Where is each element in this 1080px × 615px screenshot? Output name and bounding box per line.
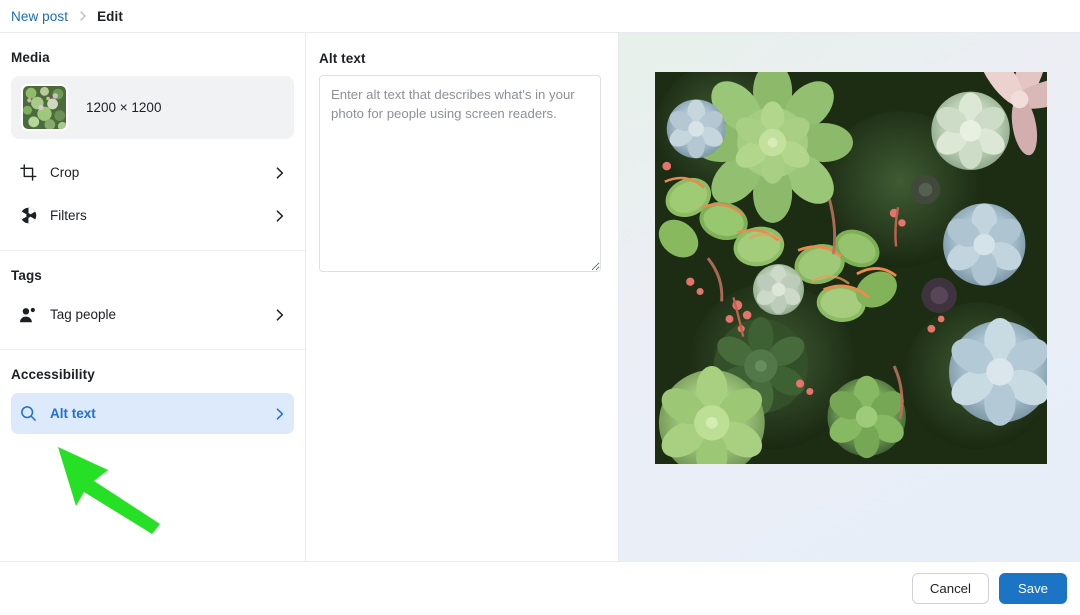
chevron-right-icon [274, 308, 285, 322]
search-icon [17, 405, 39, 422]
sidebar-section-media: Media 1200 × 1200 Crop Filters [0, 33, 305, 250]
alt-text-input[interactable] [319, 75, 601, 272]
breadcrumb-current-page: Edit [97, 8, 123, 24]
alt-text-panel: Alt text [306, 33, 619, 561]
breadcrumb-new-post-link[interactable]: New post [11, 9, 68, 24]
chevron-right-icon [274, 166, 285, 180]
image-preview-panel [619, 33, 1080, 561]
dialog-body: Media 1200 × 1200 Crop Filters Tags Tag … [0, 33, 1080, 561]
section-title-accessibility: Accessibility [11, 367, 95, 382]
sidebar-item-crop-label: Crop [50, 165, 80, 180]
chevron-right-icon [274, 407, 285, 421]
section-title-media: Media [11, 50, 50, 65]
tag-people-icon [17, 306, 39, 324]
sidebar-item-alt-text-label: Alt text [50, 406, 96, 421]
sidebar-section-accessibility: Accessibility Alt text [0, 349, 305, 448]
sidebar-item-alt-text[interactable]: Alt text [11, 393, 294, 434]
alt-text-panel-title: Alt text [319, 51, 366, 66]
sidebar-item-filters[interactable]: Filters [11, 195, 294, 236]
edit-post-dialog: New post Edit Media 1200 × 1200 Crop Fil… [0, 0, 1080, 615]
sidebar-item-crop[interactable]: Crop [11, 152, 294, 193]
succulent-thumbnail [21, 84, 68, 131]
chevron-right-icon [274, 209, 285, 223]
crop-icon [17, 164, 39, 181]
filters-aperture-icon [17, 207, 39, 224]
media-item-card[interactable]: 1200 × 1200 [11, 76, 294, 139]
sidebar-section-tags: Tags Tag people [0, 250, 305, 349]
sidebar-item-tag-people[interactable]: Tag people [11, 294, 294, 335]
chevron-right-icon [78, 10, 88, 22]
sidebar-item-tag-people-label: Tag people [50, 307, 117, 322]
media-dimensions-label: 1200 × 1200 [86, 100, 162, 115]
section-title-tags: Tags [11, 268, 42, 283]
save-button[interactable]: Save [998, 573, 1067, 604]
dialog-footer: Cancel Save [0, 561, 1080, 615]
sidebar: Media 1200 × 1200 Crop Filters Tags Tag … [0, 33, 306, 561]
sidebar-item-filters-label: Filters [50, 208, 87, 223]
cancel-button[interactable]: Cancel [911, 573, 989, 604]
succulent-garden-photo [654, 71, 1048, 465]
breadcrumb: New post Edit [0, 0, 1080, 33]
